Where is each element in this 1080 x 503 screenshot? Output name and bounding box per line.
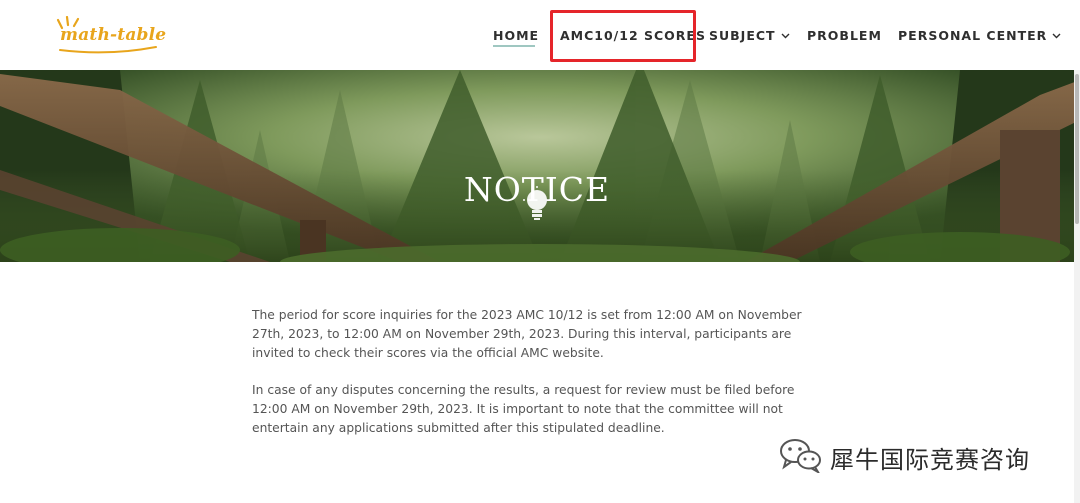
nav-home-active-underline: [493, 45, 535, 47]
hero-title: NOTICE: [463, 170, 611, 209]
logo-swoosh-icon: [59, 46, 157, 54]
forest-background-image: [0, 70, 1080, 262]
nav-home[interactable]: HOME: [493, 28, 539, 43]
nav-personal-center-label: PERSONAL CENTER: [898, 28, 1048, 43]
site-logo[interactable]: math-table: [50, 16, 167, 56]
nav-subject-label: SUBJECT: [709, 28, 776, 43]
scrollbar-thumb[interactable]: [1075, 74, 1079, 224]
nav-subject[interactable]: SUBJECT: [709, 28, 790, 43]
chevron-down-icon: [781, 33, 790, 39]
page-scrollbar[interactable]: [1074, 70, 1080, 503]
hero-banner: NOTICE: [0, 70, 1080, 262]
notice-paragraph: In case of any disputes concerning the r…: [252, 383, 795, 435]
wechat-icon: [780, 439, 821, 473]
chevron-down-icon: [1052, 33, 1061, 39]
logo-text: math-table: [60, 25, 167, 45]
site-header: math-table HOME AMC10/12 SCORES SUBJECT …: [0, 0, 1080, 71]
notice-paragraph: The period for score inquiries for the 2…: [252, 308, 802, 360]
watermark-text: 犀牛国际竞赛咨询: [830, 446, 1030, 474]
nav-problem[interactable]: PROBLEM: [807, 28, 882, 43]
nav-personal-center[interactable]: PERSONAL CENTER: [898, 28, 1061, 43]
notice-content: The period for score inquiries for the 2…: [252, 306, 828, 456]
highlight-annotation-box: [550, 10, 696, 62]
